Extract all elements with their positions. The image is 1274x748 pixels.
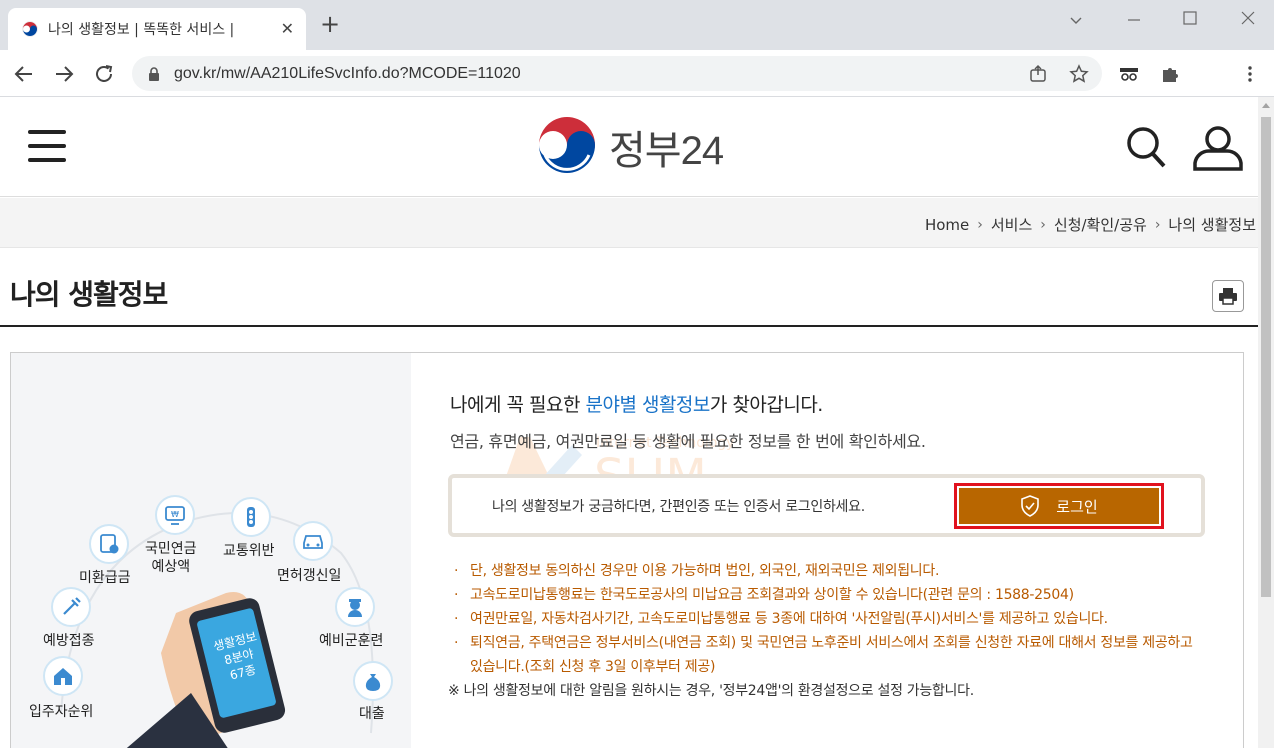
note-item: · 단, 생활정보 동의하신 경우만 이용 가능하며 법인, 외국인, 재외국민은… xyxy=(454,563,940,579)
house-icon xyxy=(43,656,83,696)
url-text: gov.kr/mw/AA210LifeSvcInfo.do?MCODE=1102… xyxy=(174,64,521,82)
site-header: 정부24 xyxy=(0,97,1258,197)
note-text: 단, 생활정보 동의하신 경우만 이용 가능하며 법인, 외국인, 재외국민은 … xyxy=(470,563,940,579)
forward-arrow-icon[interactable] xyxy=(52,62,76,86)
note-item: · 퇴직연금, 주택연금은 정부서비스(내연금 조회) 및 국민연금 노후준비 서… xyxy=(454,635,1193,675)
pension-icon: ₩ xyxy=(155,495,195,535)
pension-label: 국민연금 예상액 xyxy=(145,541,197,575)
refund-icon xyxy=(89,524,129,564)
traffic-label: 교통위반 xyxy=(223,543,275,559)
breadcrumb-home[interactable]: Home xyxy=(925,216,969,234)
money-bag-icon xyxy=(353,661,393,701)
breadcrumb-apply[interactable]: 신청/확인/공유 xyxy=(1054,214,1147,235)
svg-text:₩: ₩ xyxy=(171,510,179,519)
reserve-soldier-icon xyxy=(335,587,375,627)
vaccine-icon xyxy=(51,587,91,627)
browser-tab-active[interactable]: 나의 생활정보 | 똑똑한 서비스 | ✕ xyxy=(8,8,306,50)
browser-toolbar: gov.kr/mw/AA210LifeSvcInfo.do?MCODE=1102… xyxy=(0,50,1274,97)
housing-label: 입주자순위 xyxy=(29,704,94,720)
breadcrumb-bar: Home › 서비스 › 신청/확인/공유 › 나의 생활정보 xyxy=(0,198,1258,248)
note-item: · 여권만료일, 자동차검사기간, 고속도로미납통행료 등 3종에 대하여 '사전… xyxy=(454,611,1108,627)
close-tab-icon[interactable]: ✕ xyxy=(281,21,294,37)
login-button-label: 로그인 xyxy=(1056,497,1098,516)
note-text: 퇴직연금, 주택연금은 정부서비스(내연금 조회) 및 국민연금 노후준비 서비… xyxy=(470,635,1193,675)
share-icon[interactable] xyxy=(1028,64,1048,84)
close-window-icon[interactable] xyxy=(1240,10,1256,26)
reload-icon[interactable] xyxy=(92,62,116,86)
vaccine-label: 예방접종 xyxy=(43,633,95,649)
car-license-icon xyxy=(293,521,333,561)
scroll-up-arrow-icon[interactable] xyxy=(1262,103,1270,108)
breadcrumb-current[interactable]: 나의 생활정보 xyxy=(1168,214,1256,235)
reserve-label: 예비군훈련 xyxy=(319,633,384,649)
notes-list: · 단, 생활정보 동의하신 경우만 이용 가능하며 법인, 외국인, 재외국민은… xyxy=(448,559,1208,703)
vertical-scrollbar[interactable] xyxy=(1258,97,1274,748)
taegeuk-favicon-icon xyxy=(22,21,38,37)
chevron-right-icon: › xyxy=(1040,216,1046,233)
search-icon[interactable] xyxy=(1125,125,1167,169)
address-bar[interactable]: gov.kr/mw/AA210LifeSvcInfo.do?MCODE=1102… xyxy=(132,56,1102,91)
tab-search-icon[interactable] xyxy=(1068,12,1084,28)
chevron-right-icon: › xyxy=(1154,216,1161,233)
intro-title-prefix: 나에게 꼭 필요한 xyxy=(450,394,586,416)
license-label: 면허갱신일 xyxy=(277,568,342,584)
hamburger-menu-icon[interactable] xyxy=(28,130,66,162)
shield-check-icon xyxy=(1021,495,1040,517)
chevron-right-icon: › xyxy=(977,216,983,233)
login-button[interactable]: 로그인 xyxy=(954,483,1164,529)
login-message: 나의 생활정보가 궁금하다면, 간편인증 또는 인증서 로그인하세요. xyxy=(492,499,865,515)
login-button-inner[interactable]: 로그인 xyxy=(959,488,1159,524)
extensions-puzzle-icon[interactable] xyxy=(1160,64,1180,84)
intro-title: 나에게 꼭 필요한 분야별 생활정보가 찾아갑니다. xyxy=(450,390,823,417)
breadcrumb-services[interactable]: 서비스 xyxy=(991,214,1032,235)
note-item: · 고속도로미납통행료는 한국도로공사의 미납요금 조회결과와 상이할 수 있습니… xyxy=(454,587,1074,603)
title-divider xyxy=(0,325,1258,327)
incognito-icon[interactable] xyxy=(1118,64,1140,84)
refund-label: 미환급금 xyxy=(79,570,131,586)
menu-kebab-icon[interactable] xyxy=(1240,64,1260,84)
tab-title: 나의 생활정보 | 똑똑한 서비스 | xyxy=(48,22,235,38)
user-profile-icon[interactable] xyxy=(1192,125,1244,171)
page-title: 나의 생활정보 xyxy=(10,278,168,311)
scrollbar-thumb[interactable] xyxy=(1261,117,1271,597)
logo-text: 정부24 xyxy=(609,129,724,173)
lock-icon xyxy=(149,66,159,81)
intro-title-highlight: 분야별 생활정보 xyxy=(585,394,710,416)
page-viewport: 정부24 Home › 서비스 › 신청/확인/공유 › 나의 생활정보 나의 … xyxy=(0,97,1258,748)
note-text: 고속도로미납통행료는 한국도로공사의 미납요금 조회결과와 상이할 수 있습니다… xyxy=(470,587,1074,603)
minimize-icon[interactable] xyxy=(1126,12,1142,28)
notes-footer: ※ 나의 생활정보에 대한 알림을 원하시는 경우, '정부24앱'의 환경설정… xyxy=(448,683,974,699)
print-button[interactable] xyxy=(1212,280,1244,312)
bookmark-star-icon[interactable] xyxy=(1069,64,1089,84)
login-prompt-box: 나의 생활정보가 궁금하다면, 간편인증 또는 인증서 로그인하세요. 로그인 xyxy=(448,474,1205,537)
loan-label: 대출 xyxy=(359,706,385,722)
taegeuk-logo-icon xyxy=(537,117,597,177)
intro-subtitle: 연금, 휴면예금, 여권만료일 등 생활에 필요한 정보를 한 번에 확인하세요… xyxy=(450,432,926,451)
breadcrumb: Home › 서비스 › 신청/확인/공유 › 나의 생활정보 xyxy=(925,214,1256,235)
gov24-logo[interactable]: 정부24 xyxy=(535,115,724,179)
new-tab-icon[interactable]: + xyxy=(320,12,340,36)
back-arrow-icon[interactable] xyxy=(12,62,36,86)
traffic-icon xyxy=(231,497,271,537)
life-info-illustration: 생활정보 8분야 67종 미환급금 ₩ 국민연금 예상액 교통위반 면허갱신일 … xyxy=(11,353,411,748)
printer-icon xyxy=(1219,288,1237,305)
browser-tab-bar: 나의 생활정보 | 똑똑한 서비스 | ✕ + xyxy=(0,0,1274,50)
maximize-icon[interactable] xyxy=(1182,10,1198,26)
intro-title-suffix: 가 찾아갑니다. xyxy=(709,394,823,416)
note-text: 여권만료일, 자동차검사기간, 고속도로미납통행료 등 3종에 대하여 '사전알… xyxy=(470,611,1108,627)
